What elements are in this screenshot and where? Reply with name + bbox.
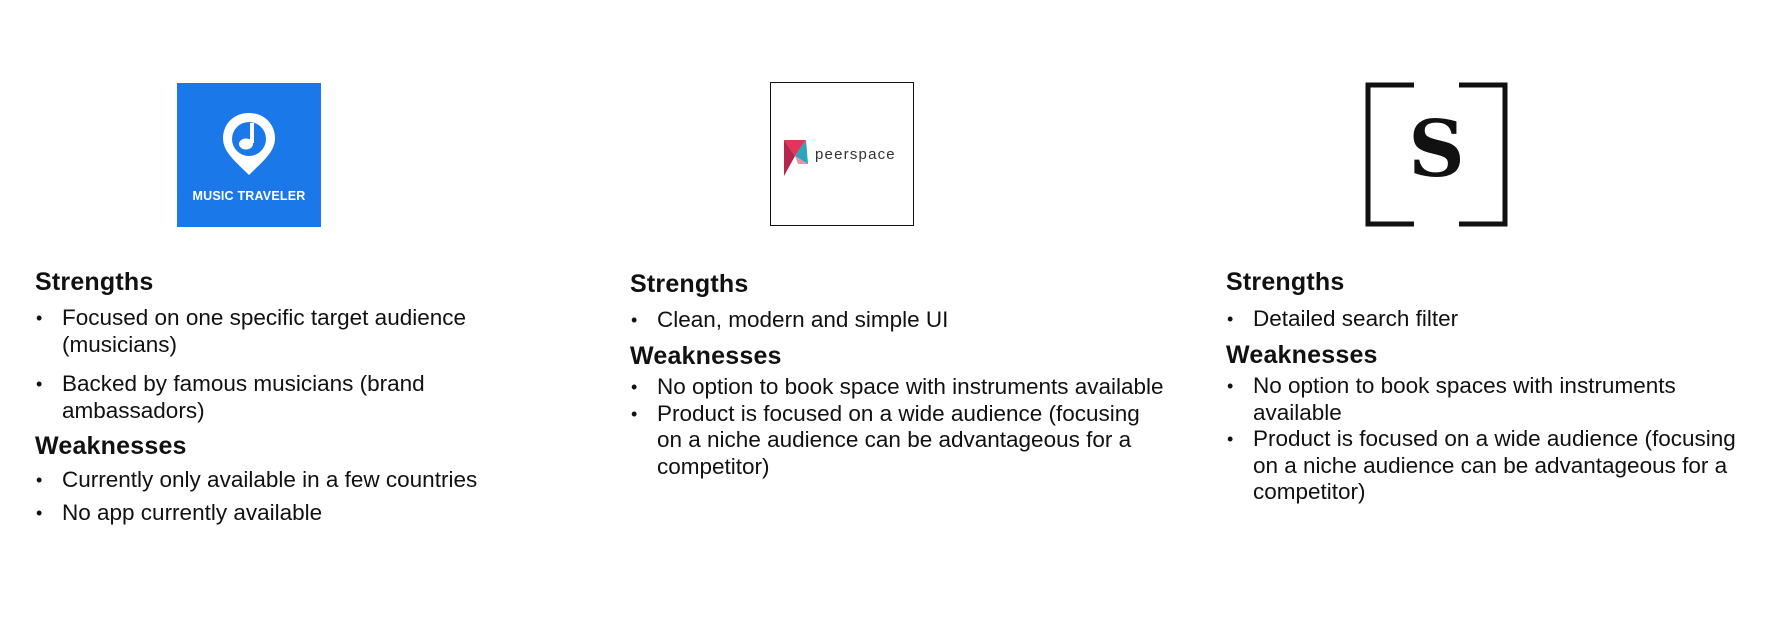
weaknesses-heading: Weaknesses — [1226, 341, 1378, 369]
logo-text: peerspace — [815, 146, 896, 163]
list-item: No app currently available — [35, 500, 505, 527]
list-item: No option to book space with instruments… — [630, 374, 1170, 401]
peerspace-logo: peerspace — [770, 82, 914, 226]
list-item: Currently only available in a few countr… — [35, 467, 505, 494]
list-item: Product is focused on a wide audience (f… — [1226, 426, 1766, 506]
list-item: Focused on one specific target audience … — [35, 305, 505, 358]
strengths-list: Detailed search filter — [1226, 306, 1766, 333]
strengths-list: Clean, modern and simple UI — [630, 307, 1170, 334]
strengths-list: Focused on one specific target audience … — [35, 305, 505, 424]
list-item: Detailed search filter — [1226, 306, 1766, 333]
weaknesses-list: No option to book spaces with instrument… — [1226, 373, 1766, 506]
strengths-heading: Strengths — [1226, 268, 1345, 296]
weaknesses-heading: Weaknesses — [630, 342, 782, 370]
s-bracket-logo: S — [1364, 82, 1509, 227]
weaknesses-list: No option to book space with instruments… — [630, 374, 1170, 480]
list-item: No option to book spaces with instrument… — [1226, 373, 1766, 426]
strengths-heading: Strengths — [630, 270, 749, 298]
list-item: Backed by famous musicians (brand ambass… — [35, 371, 505, 424]
peerspace-mark-icon — [784, 140, 808, 176]
list-item: Clean, modern and simple UI — [630, 307, 1170, 334]
music-traveler-logo: MUSIC TRAVELER — [177, 83, 321, 227]
logo-text: MUSIC TRAVELER — [192, 189, 306, 203]
logo-text: S — [1408, 104, 1465, 195]
list-item: Product is focused on a wide audience (f… — [630, 401, 1170, 481]
strengths-heading: Strengths — [35, 268, 154, 296]
weaknesses-list: Currently only available in a few countr… — [35, 467, 505, 526]
music-pin-icon — [223, 113, 275, 175]
weaknesses-heading: Weaknesses — [35, 432, 187, 460]
